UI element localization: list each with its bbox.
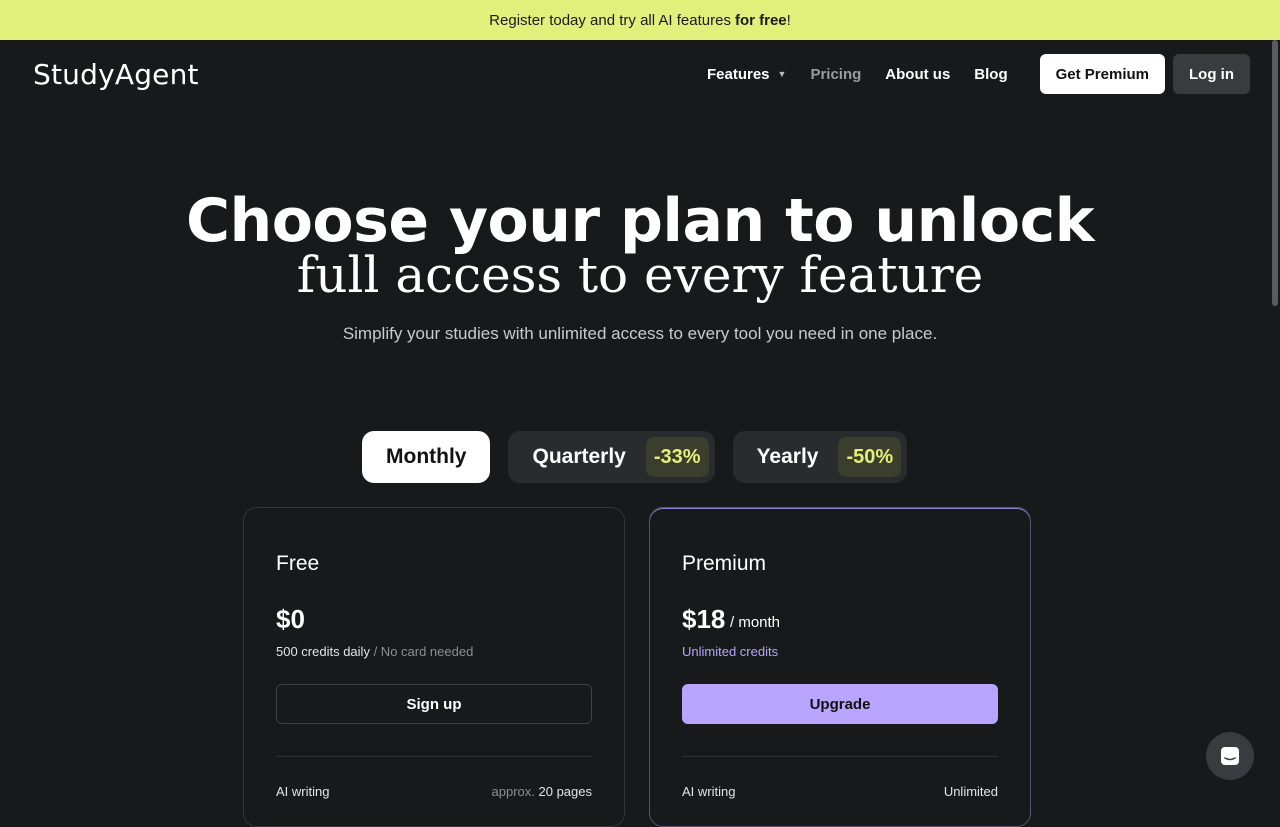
plan-price: $0 — [276, 604, 305, 634]
plan-name: Premium — [682, 552, 767, 575]
nav-features-label: Features — [706, 65, 770, 83]
feature-value-main: 20 pages — [538, 784, 593, 799]
discount-badge: -50% — [838, 437, 902, 477]
feature-name: AI writing — [682, 784, 736, 799]
credits-text: 500 credits daily — [276, 644, 370, 659]
feature-name: AI writing — [276, 784, 330, 799]
banner-bold: for free — [734, 11, 787, 29]
scrollbar[interactable] — [1272, 40, 1278, 306]
page-title-line2: full access to every feature — [296, 246, 984, 304]
chevron-down-icon: ▼ — [777, 69, 787, 79]
feature-row: AI writing Unlimited — [682, 784, 998, 799]
promo-banner: Register today and try all AI features f… — [0, 0, 1280, 40]
page-subtitle: Simplify your studies with unlimited acc… — [342, 324, 938, 343]
tab-monthly-label: Monthly — [386, 445, 467, 468]
banner-suffix: ! — [786, 11, 791, 29]
chat-icon — [1221, 747, 1239, 765]
feature-value-prefix: approx. — [491, 784, 535, 799]
get-premium-button[interactable]: Get Premium — [1039, 54, 1165, 94]
plan-credits: Unlimited credits — [682, 644, 779, 659]
banner-text: Register today and try all AI features — [489, 11, 731, 29]
feature-value: approx. 20 pages — [492, 784, 593, 799]
billing-period-tabs: Monthly Quarterly -33% Yearly -50% — [362, 431, 925, 483]
top-nav: Features ▼ Pricing About us Blog Get Pre… — [707, 54, 1250, 94]
nav-pricing[interactable]: Pricing — [810, 66, 861, 83]
credits-note: / No card needed — [373, 644, 474, 659]
plan-price: $18 — [682, 604, 726, 634]
tab-yearly-label: Yearly — [756, 445, 819, 468]
nav-blog[interactable]: Blog — [974, 66, 1007, 83]
plan-name: Free — [276, 552, 320, 575]
login-button[interactable]: Log in — [1173, 54, 1250, 94]
nav-about[interactable]: About us — [885, 66, 950, 83]
tab-quarterly[interactable]: Quarterly -33% — [508, 431, 715, 483]
plan-card-premium: Premium $18 / month Unlimited credits Up… — [649, 507, 1031, 827]
plan-credits: 500 credits daily / No card needed — [276, 644, 473, 659]
nav-features[interactable]: Features ▼ — [707, 66, 786, 83]
divider — [682, 756, 998, 757]
discount-badge: -33% — [645, 437, 709, 477]
plan-period: / month — [730, 614, 781, 631]
tab-quarterly-label: Quarterly — [532, 445, 626, 468]
tab-yearly[interactable]: Yearly -50% — [732, 431, 908, 483]
chat-launcher-button[interactable] — [1206, 732, 1254, 780]
upgrade-button[interactable]: Upgrade — [682, 684, 998, 724]
logo[interactable]: StudyAgent — [33, 58, 199, 91]
tab-monthly[interactable]: Monthly — [362, 431, 491, 483]
divider — [276, 756, 592, 757]
plan-card-free: Free $0 500 credits daily / No card need… — [243, 507, 625, 827]
feature-value: Unlimited — [943, 784, 998, 799]
sign-up-button[interactable]: Sign up — [276, 684, 592, 724]
feature-row: AI writing approx. 20 pages — [276, 784, 592, 799]
